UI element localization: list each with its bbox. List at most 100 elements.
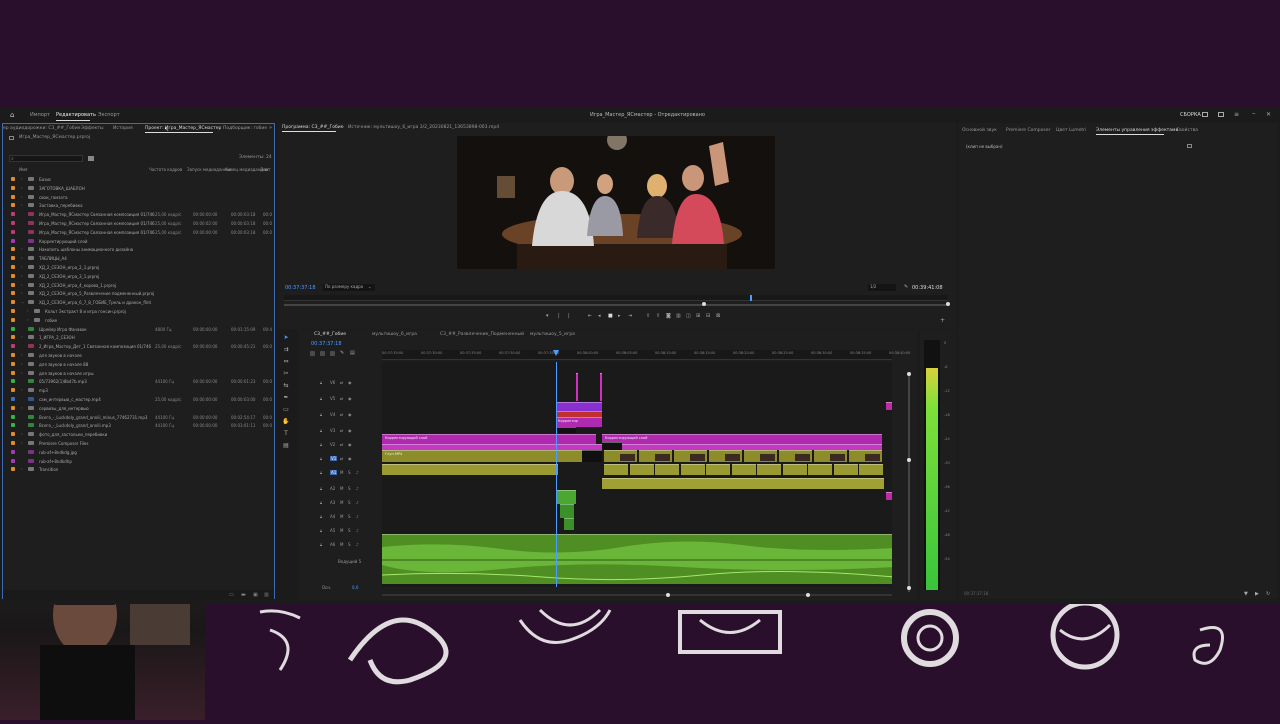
list-item[interactable]: › для звуков в начале 88	[9, 360, 271, 368]
label-color-swatch[interactable]	[11, 247, 15, 252]
track-name[interactable]: A6	[330, 542, 335, 547]
tab-effects[interactable]: Эффекты	[81, 126, 104, 131]
clip-v1-black[interactable]	[582, 450, 602, 462]
solo-icon[interactable]: S	[348, 542, 351, 547]
out-point-icon[interactable]: |	[568, 313, 570, 319]
caption-icon[interactable]: ▤	[282, 442, 290, 450]
disclosure-triangle-icon[interactable]: ›	[21, 334, 23, 339]
label-color-swatch[interactable]	[11, 397, 15, 401]
label-color-swatch[interactable]	[11, 212, 15, 217]
label-color-swatch[interactable]	[11, 353, 15, 357]
eye-icon[interactable]: ◉	[348, 456, 352, 461]
wrench-icon[interactable]: ✎	[904, 284, 908, 290]
list-item[interactable]: › ХД_2_СЕЗОН_игра_5_Развлечение подмененн…	[9, 289, 271, 297]
disclosure-triangle-icon[interactable]: ⌄	[21, 299, 24, 304]
panel-more-icon[interactable]: »	[269, 125, 272, 131]
clip-v1-segment[interactable]	[744, 450, 777, 462]
label-color-swatch[interactable]	[11, 265, 15, 269]
play-stop-icon[interactable]: ■	[608, 313, 613, 319]
mic-icon[interactable]: ♪	[356, 514, 359, 519]
label-color-swatch[interactable]	[11, 388, 15, 393]
new-bin-icon[interactable]	[88, 156, 94, 161]
tab-seq-2[interactable]: мультишоу_6_игра	[372, 332, 417, 337]
solo-icon[interactable]: S	[348, 486, 351, 491]
tab-seq-3[interactable]: С3_##_Развлечение_Подмененный	[440, 332, 524, 337]
video-track-header[interactable]: 🔒︎ V1 ⇄ ◉	[314, 454, 380, 466]
type-icon[interactable]: T	[282, 430, 290, 438]
lock-icon[interactable]: 🔒︎	[320, 500, 322, 505]
pen-icon[interactable]: ✒	[282, 394, 290, 402]
export-icon[interactable]	[1187, 144, 1192, 148]
workspace-label[interactable]: СБОРКА	[1180, 113, 1201, 118]
list-item[interactable]: › ХД_2_СЕЗОН_игра_2_1.prproj	[9, 263, 271, 271]
tracks-area[interactable]: Корректир Корректирующий слой Корректиру…	[382, 362, 892, 587]
tab-program[interactable]: Программа: С3_##_Гобие	[282, 125, 343, 130]
compare-icon[interactable]: ▥	[676, 313, 681, 319]
list-item[interactable]: Корректирующий слой	[9, 237, 271, 245]
clip-a6-music[interactable]	[382, 534, 892, 584]
go-to-out-icon[interactable]: ⇥	[628, 313, 632, 319]
program-scrubber[interactable]	[284, 295, 948, 301]
clip-pink-right[interactable]	[886, 492, 892, 500]
slip-icon[interactable]: ⇆	[282, 382, 290, 390]
captions-icon[interactable]: ▤	[350, 350, 355, 356]
label-color-swatch[interactable]	[11, 370, 15, 375]
list-item[interactable]: › гобие	[9, 316, 271, 324]
video-track-header[interactable]: 🔒︎ V3 ⇄ ◉	[314, 426, 380, 438]
disclosure-triangle-icon[interactable]: ›	[21, 370, 23, 375]
list-item[interactable]: › ЗАГОТОВКА_ШАБЛОН	[9, 184, 271, 192]
eye-icon[interactable]: ◉	[348, 396, 352, 401]
disclosure-triangle-icon[interactable]: ›	[21, 194, 23, 199]
sync-icon[interactable]: ⇄	[340, 456, 343, 461]
lock-icon[interactable]: 🔒︎	[320, 528, 322, 533]
audio-track-header[interactable]: 🔒︎ A1 M S ♪	[314, 468, 380, 480]
label-color-swatch[interactable]	[11, 414, 15, 419]
mute-icon[interactable]: M	[340, 514, 343, 519]
clip-a1-segment[interactable]	[757, 464, 781, 475]
trim-icon[interactable]: ⊠	[716, 313, 720, 319]
track-name[interactable]: A1	[330, 470, 338, 475]
track-name[interactable]: A4	[330, 514, 335, 519]
col-name[interactable]: Имя	[19, 168, 27, 172]
tab-seq-4[interactable]: мультишоу_5_игра	[530, 332, 575, 337]
eye-icon[interactable]: ◉	[348, 428, 352, 433]
zoom-select[interactable]: По размеру кадра ⌄	[323, 284, 375, 291]
track-name[interactable]: V4	[330, 412, 335, 417]
list-item[interactable]: › Заставка_перебивка	[9, 201, 271, 209]
clip-v1-segment[interactable]	[814, 450, 847, 462]
clip-a2-long[interactable]	[602, 478, 884, 489]
disclosure-triangle-icon[interactable]: ›	[21, 466, 23, 471]
timeline-timecode[interactable]: 00:37:37:18	[311, 342, 342, 347]
label-color-swatch[interactable]	[11, 361, 15, 366]
track-name[interactable]: A3	[330, 500, 335, 505]
lock-icon[interactable]: 🔒︎	[320, 442, 322, 447]
list-item[interactable]: › Premiere Composer Files	[9, 439, 271, 447]
ripple-edit-icon[interactable]: ⇔	[282, 358, 290, 366]
tab-project[interactable]: Проект: Игра_Мастер_ЯСмастер	[145, 126, 221, 131]
track-name[interactable]: V3	[330, 428, 335, 433]
list-item[interactable]: Игра_Мастер_ЯСмастер Связанная композици…	[9, 228, 272, 236]
sync-icon[interactable]: ⇄	[340, 412, 343, 417]
clip-a1-segment[interactable]	[629, 464, 654, 475]
label-color-swatch[interactable]	[11, 335, 15, 340]
clip-v2-black[interactable]	[602, 442, 622, 450]
eye-icon[interactable]: ◉	[348, 442, 352, 447]
lock-icon[interactable]: 🔒︎	[320, 514, 322, 519]
tab-essential-sound[interactable]: Основной звук	[962, 128, 997, 133]
fullscreen-icon[interactable]	[1202, 112, 1208, 117]
track-select-icon[interactable]: ⇉	[282, 346, 290, 354]
list-item[interactable]: › Кольт Экстракт 8 и игра гонсин.prproj	[9, 307, 271, 315]
list-item[interactable]: › ТАБЛИЦЫ_А4	[9, 254, 271, 262]
minimize-icon[interactable]: –	[1252, 109, 1256, 117]
zoom-bar[interactable]	[284, 302, 950, 306]
track-name[interactable]: A5	[330, 528, 335, 533]
clip-v1-segment[interactable]	[779, 450, 812, 462]
list-item[interactable]: › ХД_2_СЕЗОН_игра_4_корова_1.prproj	[9, 281, 271, 289]
solo-icon[interactable]: S	[348, 528, 351, 533]
clip-v1-segment[interactable]	[604, 450, 637, 462]
mute-icon[interactable]: M	[340, 470, 343, 475]
clip-a3-green[interactable]	[556, 490, 576, 504]
clip-v1-segment[interactable]	[674, 450, 707, 462]
mute-icon[interactable]: M	[340, 500, 343, 505]
tab-lumetri[interactable]: Цвет Lumetri	[1056, 128, 1086, 133]
